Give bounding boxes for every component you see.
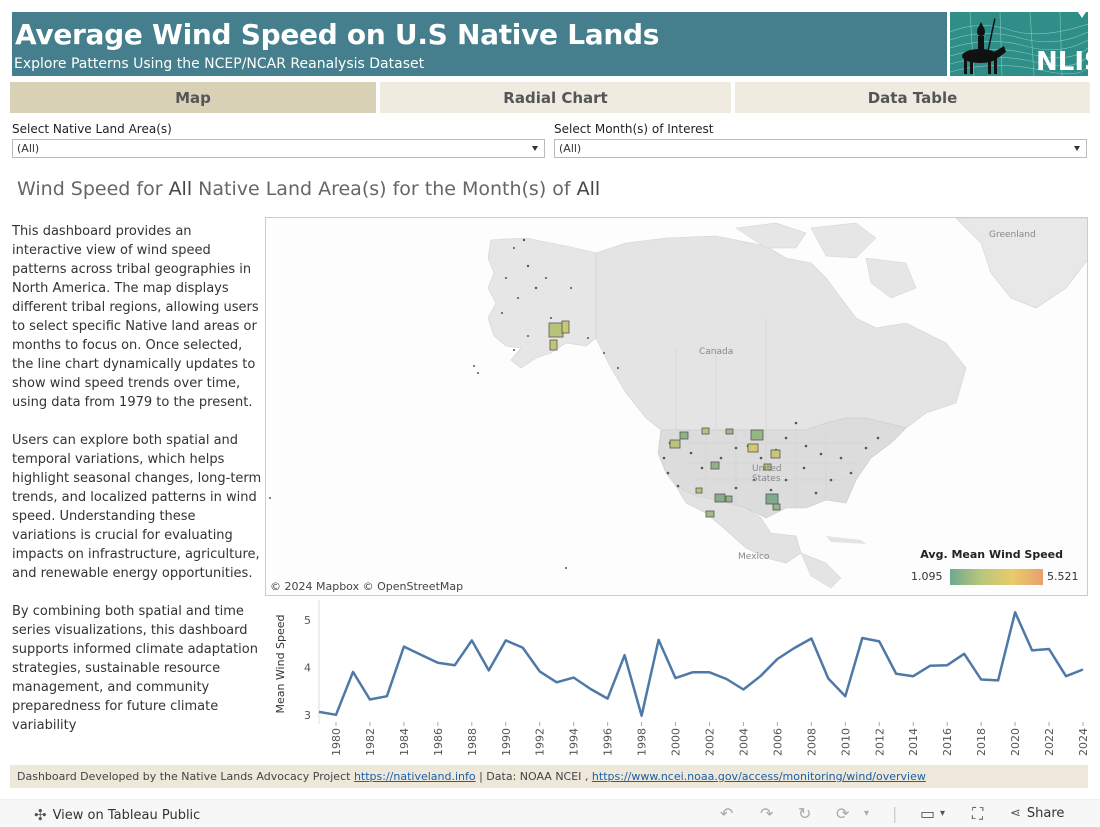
- x-tick-label: 1984: [398, 728, 411, 756]
- wind-speed-map[interactable]: Greenland Canada United States Mexico © …: [265, 217, 1088, 596]
- month-filter-label: Select Month(s) of Interest: [554, 122, 714, 136]
- x-tick-label: 2016: [941, 728, 954, 756]
- redo-icon[interactable]: ↷: [760, 806, 778, 822]
- map-label-united-states: United States: [752, 464, 782, 484]
- tableau-toolbar: ✣ View on Tableau Public ↶ ↷ ↻ ⟳ ▾ | ▭ ▾…: [0, 799, 1100, 827]
- tab-radial-chart[interactable]: Radial Chart: [380, 82, 731, 113]
- x-tick-label: 2020: [1009, 728, 1022, 756]
- y-tick-label: 3: [304, 709, 311, 722]
- chevron-down-icon[interactable]: ▾: [940, 806, 958, 822]
- divider: |: [892, 804, 898, 823]
- y-axis-label: Mean Wind Speed: [274, 614, 287, 713]
- map-label-mexico: Mexico: [738, 552, 770, 562]
- dashboard-subtitle: Explore Patterns Using the NCEP/NCAR Rea…: [14, 56, 425, 72]
- x-tick-label: 2010: [839, 728, 852, 756]
- x-tick-label: 1994: [568, 728, 581, 756]
- fullscreen-icon[interactable]: ⛶: [972, 806, 990, 822]
- x-tick-label: 1998: [636, 728, 649, 756]
- description-paragraph: Users can explore both spatial and tempo…: [12, 433, 262, 581]
- x-tick-label: 2014: [907, 728, 920, 756]
- x-tick-label: 2006: [771, 728, 784, 756]
- x-tick-label: 2022: [1043, 728, 1056, 756]
- x-tick-label: 1982: [364, 728, 377, 756]
- nlis-logo: NLIS: [950, 12, 1088, 76]
- legend-title: Avg. Mean Wind Speed: [920, 548, 1063, 561]
- map-label-greenland: Greenland: [989, 230, 1036, 240]
- chevron-down-icon[interactable]: ▾: [864, 806, 882, 822]
- map-label-canada: Canada: [699, 347, 734, 357]
- land-area-select-value: (All): [17, 142, 40, 155]
- viz-title-month: All: [576, 178, 601, 200]
- legend-max: 5.521: [1047, 570, 1079, 583]
- land-area-filter-label: Select Native Land Area(s): [12, 122, 172, 136]
- wind-speed-series-line: [318, 611, 1084, 717]
- wind-speed-line-chart[interactable]: Mean Wind Speed 3 4 5 1980 1982 1984 1986 1988 19…: [265, 600, 1090, 760]
- y-tick-label: 5: [304, 614, 311, 627]
- refresh-icon[interactable]: ⟳: [836, 806, 854, 822]
- x-tick-label: 2000: [670, 728, 683, 756]
- tab-bar: Map Radial Chart Data Table: [10, 82, 1090, 113]
- share-icon: ⋖: [1010, 806, 1021, 821]
- x-tick-label: 1992: [534, 728, 547, 756]
- tab-data-table[interactable]: Data Table: [735, 82, 1090, 113]
- tab-map[interactable]: Map: [10, 82, 376, 113]
- share-button[interactable]: ⋖ Share: [1010, 806, 1064, 821]
- y-tick-label: 4: [304, 662, 311, 675]
- dashboard-description: This dashboard provides an interactive v…: [12, 222, 262, 754]
- description-paragraph: This dashboard provides an interactive v…: [12, 224, 259, 410]
- nativeland-link[interactable]: https://nativeland.info: [354, 770, 476, 783]
- x-tick-label: 2008: [805, 728, 818, 756]
- share-label: Share: [1026, 806, 1065, 821]
- revert-icon[interactable]: ↻: [798, 806, 816, 822]
- month-select[interactable]: (All): [554, 139, 1087, 158]
- viz-title: Wind Speed for All Native Land Area(s) f…: [17, 178, 601, 200]
- chevron-down-icon: [1074, 146, 1080, 151]
- view-on-tableau-button[interactable]: ✣ View on Tableau Public: [34, 806, 200, 824]
- x-tick-label: 1988: [466, 728, 479, 756]
- description-paragraph: By combining both spatial and time serie…: [12, 604, 258, 733]
- x-tick-label: 2012: [873, 728, 886, 756]
- x-tick-label: 1996: [602, 728, 615, 756]
- legend-color-bar: [950, 569, 1043, 585]
- x-tick-label: 2004: [737, 728, 750, 756]
- chevron-down-icon: [532, 146, 538, 151]
- device-layout-icon[interactable]: ▭: [920, 806, 938, 822]
- footer-credits: Dashboard Developed by the Native Lands …: [10, 765, 1088, 788]
- x-tick-label: 2024: [1077, 728, 1088, 756]
- dashboard-title: Average Wind Speed on U.S Native Lands: [15, 18, 660, 51]
- x-tick-label: 2018: [975, 728, 988, 756]
- x-tick-label: 2002: [703, 728, 716, 756]
- viz-title-area: All: [168, 178, 193, 200]
- land-area-select[interactable]: (All): [12, 139, 545, 158]
- ncei-link[interactable]: https://www.ncei.noaa.gov/access/monitor…: [592, 770, 926, 783]
- month-select-value: (All): [559, 142, 582, 155]
- legend-min: 1.095: [911, 570, 943, 583]
- map-attribution: © 2024 Mapbox © OpenStreetMap: [270, 580, 464, 593]
- x-tick-label: 1986: [432, 728, 445, 756]
- dashboard-header: Average Wind Speed on U.S Native Lands E…: [12, 12, 947, 76]
- svg-text:NLIS: NLIS: [1036, 47, 1088, 76]
- x-tick-label: 1990: [500, 728, 513, 756]
- undo-icon[interactable]: ↶: [720, 806, 738, 822]
- x-tick-label: 1980: [330, 728, 343, 756]
- tableau-icon: ✣: [34, 806, 47, 824]
- view-on-tableau-label: View on Tableau Public: [52, 807, 201, 823]
